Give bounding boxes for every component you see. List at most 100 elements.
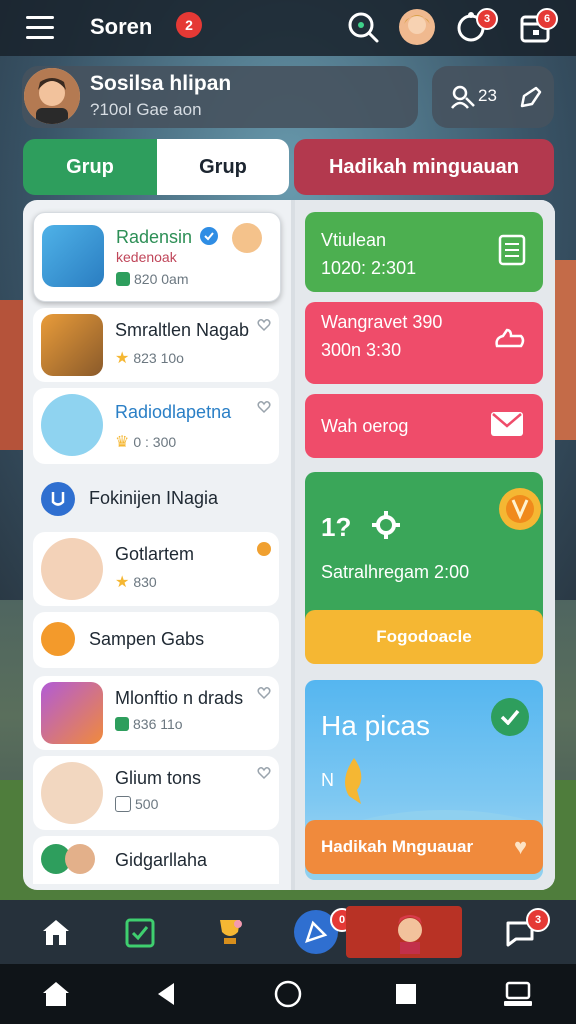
- home-circle-icon[interactable]: [268, 976, 308, 1012]
- group-thumbnail: [42, 225, 104, 287]
- list-item-title: Gotlartem: [115, 544, 195, 564]
- event-time: 300n 3:30: [321, 340, 402, 360]
- tab-grup-2[interactable]: Grup: [157, 139, 289, 195]
- list-item[interactable]: Gotlartem ★ 830: [33, 532, 279, 606]
- list-item-meta: 500: [115, 796, 158, 812]
- event-time: 1020: 2:301: [321, 258, 417, 278]
- menu-icon[interactable]: [26, 16, 54, 39]
- check-circle-icon: [491, 698, 529, 736]
- group-thumbnail: [41, 682, 103, 744]
- gear-icon: [372, 511, 400, 539]
- list-item[interactable]: Mlonftio n drads 836 11o: [33, 676, 279, 750]
- member-avatar: [65, 844, 95, 874]
- messages-badge: 3: [526, 908, 550, 932]
- profile-avatar: [24, 68, 80, 124]
- profile-name: Sosilsa hlipan: [90, 72, 232, 95]
- list-item[interactable]: Glium tons 500: [33, 756, 279, 830]
- list-item-meta: 836 11o: [115, 716, 183, 732]
- screen-icon[interactable]: [498, 976, 538, 1012]
- event-title: Vtiulean: [321, 230, 387, 250]
- weekly-gift-title: Ha picas: [321, 710, 430, 741]
- heart-icon: ♥: [513, 834, 527, 859]
- main-panel: Radensin kedenoak 820 0am Smraltlen Naga…: [23, 200, 555, 890]
- recents-icon[interactable]: [386, 976, 426, 1012]
- crown-icon: ♛: [115, 434, 130, 451]
- friends-icon[interactable]: [450, 84, 476, 115]
- list-item-subtitle: kedenoak: [116, 249, 177, 265]
- reward-text: Satralhregam 2:00: [321, 562, 470, 582]
- home-icon[interactable]: [34, 910, 78, 954]
- notifications-badge: 3: [476, 8, 498, 30]
- character-avatar: [398, 915, 422, 954]
- event-card[interactable]: Vtiulean 1020: 2:301: [305, 212, 543, 292]
- section-header[interactable]: Fokinijen INagia: [33, 472, 279, 526]
- tasks-icon[interactable]: [118, 910, 162, 954]
- app-title: Soren: [90, 14, 153, 39]
- group-thumbnail: [41, 762, 103, 824]
- fish-icon: [345, 758, 362, 804]
- friends-count: 23: [478, 86, 497, 105]
- list-item[interactable]: Gidgarllaha: [33, 836, 279, 884]
- tab-weekly-gift[interactable]: Hadikah minguauan: [294, 139, 554, 195]
- trophy-icon[interactable]: [208, 910, 252, 954]
- profile-tab[interactable]: [346, 906, 462, 958]
- shield-icon: [41, 482, 75, 516]
- event-title: Wangravet 390: [321, 312, 443, 332]
- verified-icon: [200, 227, 218, 245]
- reward-count: 1?: [321, 512, 352, 542]
- heart-icon[interactable]: [257, 318, 271, 332]
- list-item-meta: ★ 823 10o: [115, 350, 184, 367]
- heart-icon[interactable]: [257, 400, 271, 414]
- group-thumbnail: [41, 394, 103, 456]
- group-thumbnail: [41, 314, 103, 376]
- section-title: Fokinijen INagia: [89, 488, 219, 508]
- event-title: Wah oerog: [321, 416, 409, 436]
- heart-icon[interactable]: [257, 686, 271, 700]
- check-icon: [115, 717, 129, 731]
- chat-bubble-icon: [41, 622, 75, 656]
- star-icon: ★: [115, 574, 130, 591]
- title-badge: 2: [176, 12, 202, 38]
- top-bar: Soren 2 3 6: [0, 0, 576, 56]
- list-item-title: Gidgarllaha: [115, 850, 208, 870]
- document-icon: [498, 234, 526, 266]
- list-item-meta: ♛ 0 : 300: [115, 434, 177, 451]
- system-navigation-bar: [0, 964, 576, 1024]
- heart-hand-icon: [495, 328, 525, 348]
- profile-card[interactable]: Sosilsa hlipan ?10ol Gae aon: [22, 66, 418, 128]
- share-icon[interactable]: [518, 84, 544, 115]
- list-item[interactable]: Sampen Gabs: [33, 612, 279, 668]
- claim-button-label: Fogodoacle: [376, 627, 472, 646]
- search-icon[interactable]: [344, 8, 382, 46]
- profile-subtitle: ?10ol Gae aon: [90, 100, 202, 119]
- envelope-icon: [491, 412, 523, 436]
- status-dot: [257, 542, 271, 556]
- claim-button[interactable]: Fogodoacle: [305, 610, 543, 664]
- back-icon[interactable]: [146, 976, 186, 1012]
- list-item-title: Glium tons: [115, 768, 202, 788]
- list-item-title: Radensin: [116, 227, 193, 247]
- event-card[interactable]: Wangravet 390 300n 3:30: [305, 302, 543, 384]
- list-item-title: Mlonftio n drads: [115, 688, 244, 708]
- user-avatar-icon[interactable]: [398, 8, 436, 46]
- clock-icon: [115, 796, 131, 812]
- weekly-gift-small: N: [321, 770, 334, 790]
- list-item-title: Sampen Gabs: [89, 629, 205, 649]
- weekly-gift-button-label: Hadikah Mnguauar: [321, 837, 474, 856]
- check-icon: [116, 272, 130, 286]
- heart-icon[interactable]: [257, 766, 271, 780]
- gift-column: Vtiulean 1020: 2:301 Wangravet 390 300n …: [295, 200, 555, 890]
- list-item-meta: 820 0am: [116, 271, 188, 287]
- group-list: Radensin kedenoak 820 0am Smraltlen Naga…: [23, 200, 291, 890]
- list-item[interactable]: Radensin kedenoak 820 0am: [33, 212, 281, 302]
- group-thumbnail: [41, 538, 103, 600]
- profile-actions: 23: [432, 66, 554, 128]
- weekly-gift-button[interactable]: Hadikah Mnguauar ♥: [305, 820, 543, 874]
- event-card[interactable]: Wah oerog: [305, 394, 543, 458]
- list-item-title: Radiodlapetna: [115, 402, 232, 422]
- list-item[interactable]: Radiodlapetna ♛ 0 : 300: [33, 388, 279, 464]
- star-icon: ★: [115, 350, 130, 367]
- tab-grup-1[interactable]: Grup: [23, 139, 157, 195]
- system-home-icon[interactable]: [36, 976, 76, 1012]
- list-item[interactable]: Smraltlen Nagab ★ 823 10o: [33, 308, 279, 382]
